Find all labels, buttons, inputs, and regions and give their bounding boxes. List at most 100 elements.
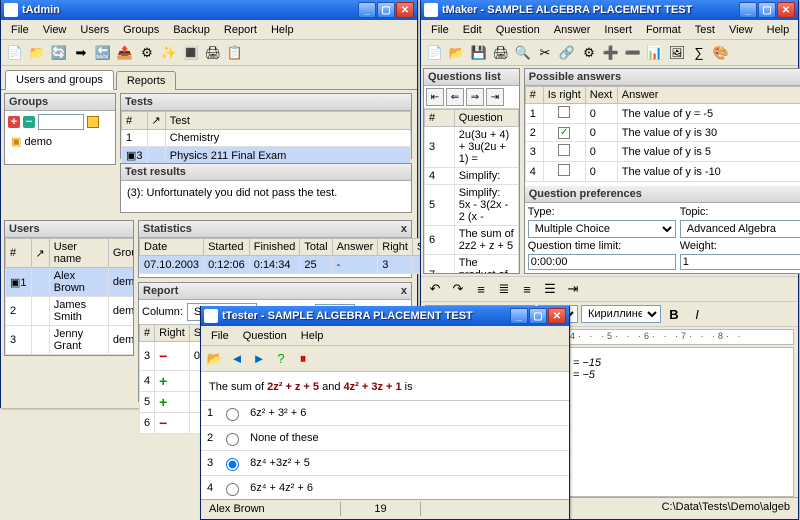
menu-question[interactable]: Question [237,328,293,344]
first-icon[interactable]: ⇤ [426,88,444,106]
menu-test[interactable]: Test [689,22,721,38]
bullets-icon[interactable]: ☰ [540,279,560,299]
menu-report[interactable]: Report [218,22,263,38]
copy-icon[interactable]: 📋 [225,43,245,63]
print-icon[interactable]: 🖨 [203,43,223,63]
undo-icon[interactable]: ↶ [425,279,445,299]
align-right-icon[interactable]: ≡ [517,279,537,299]
tadmin-titlebar[interactable]: tAdmin _ ▢ ✕ [1,0,417,20]
menu-view[interactable]: View [723,22,759,38]
add-group-icon[interactable]: + [8,116,20,128]
minimize-button[interactable]: _ [739,2,757,18]
q-row[interactable]: 6The sum of 2z2 + z + 5 [425,226,519,255]
option-row[interactable]: 46z⁴ + 4z² + 6 [201,476,569,499]
menu-groups[interactable]: Groups [117,22,165,38]
indent-icon[interactable]: ⇥ [563,279,583,299]
maximize-button[interactable]: ▢ [377,2,395,18]
menu-file[interactable]: File [425,22,455,38]
option-radio[interactable] [226,483,239,496]
align-center-icon[interactable]: ≣ [494,279,514,299]
user-row[interactable]: 3Jenny Grantdemo [6,326,135,355]
isright-check[interactable] [558,106,570,118]
group-item[interactable]: demo [24,136,52,148]
user-row[interactable]: ▣1Alex Browndemo [6,268,135,297]
q-row[interactable]: 7The product of x - 1 and [425,255,519,274]
new-icon[interactable]: 📄 [5,43,25,63]
option-radio[interactable] [226,433,239,446]
new-icon[interactable]: 📄 [425,43,445,63]
open-icon[interactable]: 📂 [447,43,467,63]
menu-file[interactable]: File [205,328,235,344]
image-icon[interactable]: 🖼 [667,43,687,63]
maximize-button[interactable]: ▢ [529,308,547,324]
next-icon[interactable]: ⇒ [466,88,484,106]
answer-row[interactable]: 10The value of y = -5 [525,104,800,124]
link-icon[interactable]: 🔗 [557,43,577,63]
menu-help[interactable]: Help [761,22,796,38]
help-icon[interactable]: ? [271,349,291,369]
cut-icon[interactable]: ✂ [535,43,555,63]
tab-reports[interactable]: Reports [116,71,177,90]
q-row[interactable]: 4Simplify: [425,168,519,185]
palette-icon[interactable]: 🎨 [711,43,731,63]
option-row[interactable]: 38z⁴ +3z² + 5 [201,451,569,476]
back-icon[interactable]: 🔙 [93,43,113,63]
type-select[interactable]: Multiple Choice [528,220,676,238]
maximize-button[interactable]: ▢ [758,2,776,18]
italic-icon[interactable]: I [687,304,707,324]
del-group-icon[interactable]: − [23,116,35,128]
menu-help[interactable]: Help [295,328,330,344]
option-radio[interactable] [226,408,239,421]
menu-view[interactable]: View [37,22,73,38]
option-radio[interactable] [226,458,239,471]
tab-users-groups[interactable]: Users and groups [5,70,114,90]
isright-check[interactable]: ✓ [558,127,570,139]
menu-format[interactable]: Format [640,22,687,38]
option-row[interactable]: 16z² + 3² + 6 [201,401,569,426]
menu-insert[interactable]: Insert [598,22,638,38]
test-row[interactable]: 1Chemistry [122,130,411,147]
report-close-icon[interactable]: x [401,285,407,297]
menu-answer[interactable]: Answer [548,22,597,38]
menu-question[interactable]: Question [490,22,546,38]
star-icon[interactable]: ✨ [159,43,179,63]
folder-icon[interactable]: 📁 [27,43,47,63]
answer-row[interactable]: 2✓0The value of y is 30 [525,124,800,142]
isright-check[interactable] [558,164,570,176]
user-row[interactable]: 4John Newmandemo [6,355,135,357]
align-left-icon[interactable]: ≡ [471,279,491,299]
time-input[interactable] [528,254,676,270]
close-button[interactable]: ✕ [396,2,414,18]
weight-input[interactable] [680,254,800,270]
minimize-button[interactable]: _ [358,2,376,18]
last-icon[interactable]: ⇥ [486,88,504,106]
option-row[interactable]: 2None of these [201,426,569,451]
settings-icon[interactable]: ⚙ [137,43,157,63]
math-icon[interactable]: ∑ [689,43,709,63]
close-button[interactable]: ✕ [777,2,795,18]
chart-icon[interactable]: 📊 [645,43,665,63]
tmaker-titlebar[interactable]: tMaker - SAMPLE ALGEBRA PLACEMENT TEST _… [421,0,798,20]
group-name-input[interactable] [38,114,84,130]
lang-select[interactable]: Кириллинес [581,305,661,323]
menu-backup[interactable]: Backup [167,22,216,38]
group-color-icon[interactable] [87,116,99,128]
open-icon[interactable]: 📂 [205,349,225,369]
stop-icon[interactable]: ⏸ [293,349,313,369]
q-row[interactable]: 5Simplify: 5x - 3(2x - 2 (x - [425,185,519,226]
arrow-right-icon[interactable]: ➡ [71,43,91,63]
q-row[interactable]: 32u(3u + 4) + 3u(2u + 1) = [425,127,519,168]
test-row[interactable]: ▣3Physics 211 Final Exam [122,147,411,165]
print-icon[interactable]: 🖨 [491,43,511,63]
save-icon[interactable]: 💾 [469,43,489,63]
prev-icon[interactable]: ⇐ [446,88,464,106]
preview-icon[interactable]: 🔍 [513,43,533,63]
export-icon[interactable]: 📤 [115,43,135,63]
user-row[interactable]: 2James Smithdemo [6,297,135,326]
topic-select[interactable]: Advanced Algebra [680,220,800,238]
options-icon[interactable]: ⚙ [579,43,599,63]
del-q-icon[interactable]: ➖ [623,43,643,63]
stats-close-icon[interactable]: x [401,223,407,235]
col-test[interactable]: Test [165,112,410,130]
menu-edit[interactable]: Edit [457,22,488,38]
